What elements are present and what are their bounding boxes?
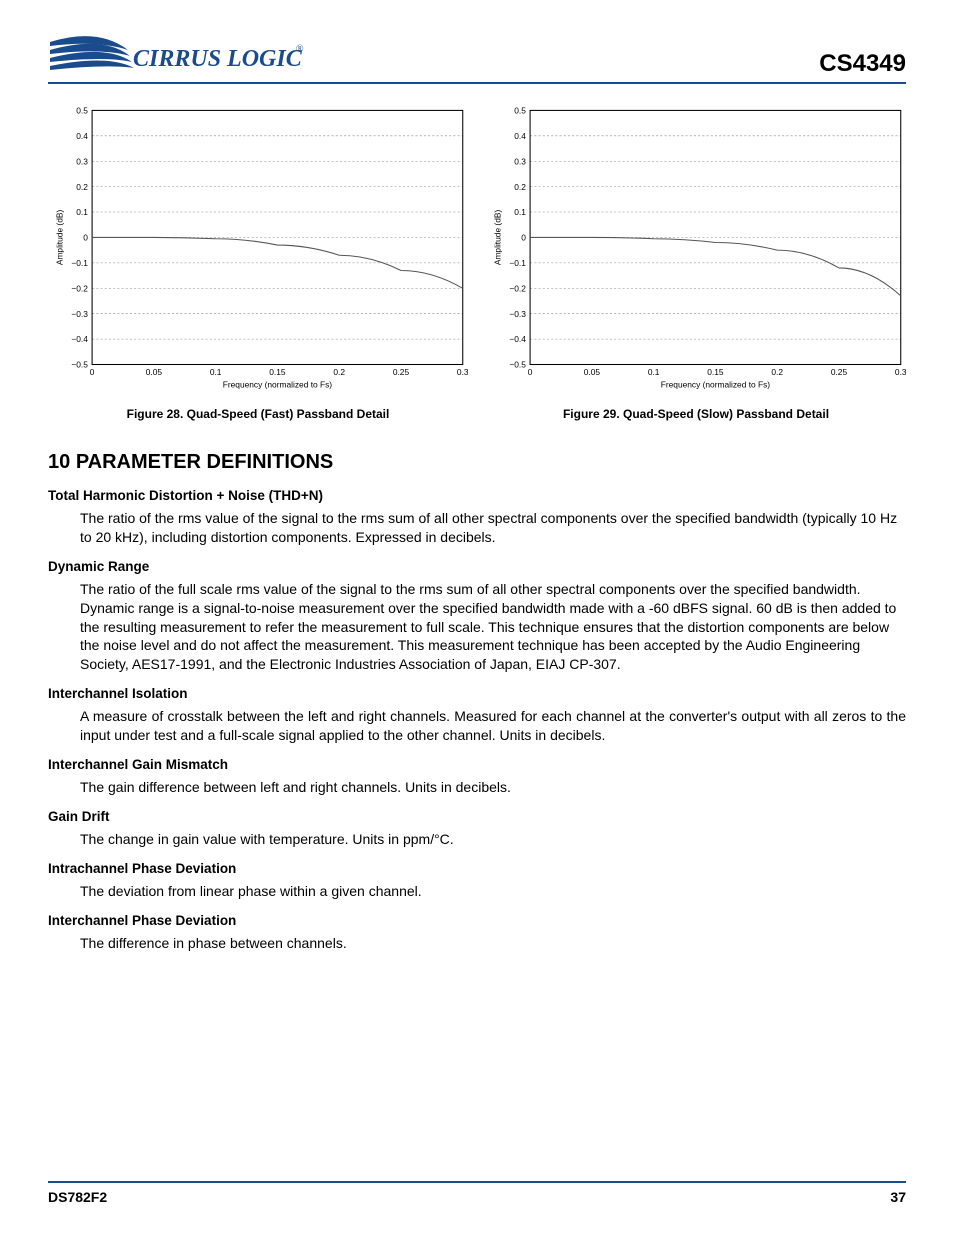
page-header: CIRRUS LOGIC ® CS4349 (48, 32, 906, 84)
svg-text:0.1: 0.1 (648, 367, 660, 377)
svg-text:−0.4: −0.4 (71, 334, 88, 344)
param-heading: Interchannel Isolation (48, 686, 906, 701)
svg-text:0: 0 (521, 233, 526, 243)
svg-text:0: 0 (83, 233, 88, 243)
params-container: Total Harmonic Distortion + Noise (THD+N… (48, 488, 906, 953)
svg-text:0.1: 0.1 (76, 207, 88, 217)
svg-text:0.4: 0.4 (76, 131, 88, 141)
svg-text:−0.3: −0.3 (509, 309, 526, 319)
param-heading: Intrachannel Phase Deviation (48, 861, 906, 876)
svg-text:0.1: 0.1 (514, 207, 526, 217)
doc-id: DS782F2 (48, 1189, 107, 1205)
svg-text:0: 0 (528, 367, 533, 377)
param-body: The ratio of the rms value of the signal… (80, 509, 906, 547)
svg-text:0.2: 0.2 (333, 367, 345, 377)
svg-text:0.3: 0.3 (457, 367, 468, 377)
svg-text:−0.1: −0.1 (509, 258, 526, 268)
svg-text:−0.2: −0.2 (71, 283, 88, 293)
page-footer: DS782F2 37 (48, 1181, 906, 1205)
svg-text:0.3: 0.3 (514, 156, 526, 166)
param-block: Intrachannel Phase Deviation The deviatio… (48, 861, 906, 901)
svg-text:0: 0 (90, 367, 95, 377)
svg-text:0.2: 0.2 (76, 182, 88, 192)
svg-text:0.1: 0.1 (210, 367, 222, 377)
svg-text:0.2: 0.2 (771, 367, 783, 377)
chart-fast-svg: −0.5 −0.4 −0.3 −0.2 −0.1 0 0.1 0.2 0.3 0.4 0.5 0 0.0… (48, 102, 468, 396)
param-body: The gain difference between left and rig… (80, 778, 906, 797)
chart-slow-caption: Figure 29. Quad-Speed (Slow) Passband De… (486, 407, 906, 421)
brand-text: CIRRUS LOGIC (133, 46, 303, 72)
param-block: Gain Drift The change in gain value with … (48, 809, 906, 849)
svg-text:0.4: 0.4 (514, 131, 526, 141)
svg-text:®: ® (296, 44, 304, 55)
svg-text:0.3: 0.3 (895, 367, 906, 377)
svg-text:−0.5: −0.5 (71, 360, 88, 370)
param-body: The deviation from linear phase within a… (80, 882, 906, 901)
chart-fast: −0.5 −0.4 −0.3 −0.2 −0.1 0 0.1 0.2 0.3 0.4 0.5 0 0.0… (48, 102, 468, 421)
param-body: The ratio of the full scale rms value of… (80, 580, 906, 674)
charts-row: −0.5 −0.4 −0.3 −0.2 −0.1 0 0.1 0.2 0.3 0.4 0.5 0 0.0… (48, 102, 906, 421)
param-body: A measure of crosstalk between the left … (80, 707, 906, 745)
param-block: Interchannel Gain Mismatch The gain diffe… (48, 757, 906, 797)
brand-logo: CIRRUS LOGIC ® (48, 32, 308, 78)
page-number: 37 (890, 1189, 906, 1205)
svg-text:0.15: 0.15 (269, 367, 286, 377)
param-heading: Interchannel Gain Mismatch (48, 757, 906, 772)
svg-text:0.3: 0.3 (76, 156, 88, 166)
svg-text:0.25: 0.25 (831, 367, 848, 377)
chart-slow-svg: −0.5 −0.4 −0.3 −0.2 −0.1 0 0.1 0.2 0.3 0.4 0.5 0 0.0… (486, 102, 906, 396)
param-block: Dynamic Range The ratio of the full scale… (48, 559, 906, 674)
param-block: Interchannel Phase Deviation The differen… (48, 913, 906, 953)
svg-text:−0.5: −0.5 (509, 360, 526, 370)
svg-text:Frequency (normalized to Fs): Frequency (normalized to Fs) (223, 380, 333, 390)
part-number: CS4349 (819, 50, 906, 78)
svg-text:Amplitude (dB): Amplitude (dB) (493, 210, 503, 266)
chart-fast-caption: Figure 28. Quad-Speed (Fast) Passband De… (48, 407, 468, 421)
svg-text:0.5: 0.5 (76, 106, 88, 116)
param-heading: Interchannel Phase Deviation (48, 913, 906, 928)
section-number: 10 (48, 451, 70, 473)
svg-text:Frequency (normalized to Fs): Frequency (normalized to Fs) (661, 380, 771, 390)
svg-text:0.2: 0.2 (514, 182, 526, 192)
param-block: Interchannel Isolation A measure of cross… (48, 686, 906, 745)
svg-text:Amplitude (dB): Amplitude (dB) (55, 210, 65, 266)
svg-text:0.05: 0.05 (146, 367, 163, 377)
section-heading: PARAMETER DEFINITIONS (76, 451, 333, 473)
param-heading: Total Harmonic Distortion + Noise (THD+N… (48, 488, 906, 503)
param-body: The difference in phase between channels… (80, 934, 906, 953)
svg-text:0.05: 0.05 (584, 367, 601, 377)
param-heading: Gain Drift (48, 809, 906, 824)
section-title: 10 PARAMETER DEFINITIONS (48, 451, 906, 474)
chart-slow: −0.5 −0.4 −0.3 −0.2 −0.1 0 0.1 0.2 0.3 0.4 0.5 0 0.0… (486, 102, 906, 421)
svg-text:−0.3: −0.3 (71, 309, 88, 319)
svg-text:−0.1: −0.1 (71, 258, 88, 268)
svg-text:−0.2: −0.2 (509, 283, 526, 293)
svg-text:0.15: 0.15 (707, 367, 724, 377)
svg-text:0.5: 0.5 (514, 106, 526, 116)
cirrus-logic-logo-icon: CIRRUS LOGIC ® (48, 32, 308, 78)
param-body: The change in gain value with temperatur… (80, 830, 906, 849)
svg-text:−0.4: −0.4 (509, 334, 526, 344)
param-block: Total Harmonic Distortion + Noise (THD+N… (48, 488, 906, 547)
param-heading: Dynamic Range (48, 559, 906, 574)
svg-text:0.25: 0.25 (393, 367, 410, 377)
